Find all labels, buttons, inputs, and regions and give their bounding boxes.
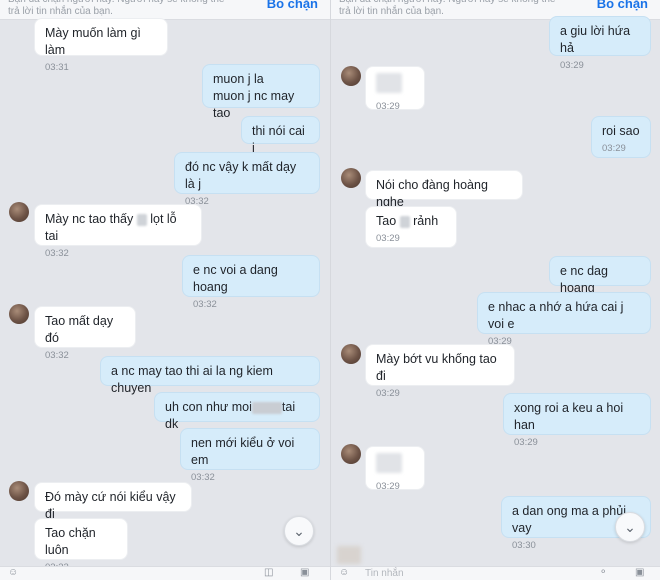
message-received[interactable]: 03:29 <box>365 66 425 112</box>
mic-icon[interactable]: ⚬ <box>599 567 607 578</box>
image-icon[interactable]: ▣ <box>300 567 309 578</box>
message-sent[interactable]: a nc may tao thi ai la ng kiem chuyen <box>100 356 320 395</box>
message-sent[interactable]: e nc dag hoang <box>549 256 651 295</box>
message-sent[interactable]: thi nói cai j <box>241 116 320 155</box>
message-time: 03:29 <box>514 437 538 448</box>
message-time: 03:32 <box>45 248 69 259</box>
message-text: e nhac a nhớ a hứa cai j voi e <box>488 300 624 331</box>
scroll-to-bottom-button[interactable]: ⌄ <box>615 512 645 542</box>
message-sent[interactable]: xong roi a keu a hoi han 03:29 <box>503 393 651 448</box>
contact-avatar[interactable] <box>341 168 361 188</box>
contact-avatar[interactable] <box>9 304 29 324</box>
unblock-button[interactable]: Bỏ chặn <box>597 0 648 11</box>
redacted-blur <box>136 213 147 226</box>
image-icon[interactable]: ▣ <box>635 567 644 578</box>
message-received[interactable]: Tao chặn luôn 03:32 <box>34 518 128 573</box>
chevron-double-down-icon: ⌄ <box>624 519 636 535</box>
message-received[interactable]: 03:29 <box>365 446 425 492</box>
left-chat-panel: Bạn đã chặn người này. Người này sẽ khôn… <box>0 0 330 580</box>
message-text: nen mới kiểu ở voi em <box>191 436 295 467</box>
blurred-thumbnail <box>337 546 361 564</box>
message-time: 03:32 <box>193 299 217 310</box>
message-received[interactable]: Đó mày cứ nói kiểu vậy đi <box>34 482 192 521</box>
message-text: roi sao <box>602 124 640 138</box>
redacted-blur <box>376 453 402 473</box>
message-text: a giu lời hứa hả <box>560 24 631 55</box>
message-text: xong roi a keu a hoi han <box>514 401 624 432</box>
message-received[interactable]: Tao rảnh 03:29 <box>365 206 457 248</box>
message-time: 03:29 <box>602 143 626 154</box>
message-time: 03:29 <box>560 60 584 71</box>
attach-icon[interactable]: ◫ <box>264 567 273 578</box>
message-received[interactable]: Nói cho đàng hoàng nghe <box>365 170 523 209</box>
contact-avatar[interactable] <box>341 444 361 464</box>
message-received[interactable]: Mày muốn làm gì làm 03:31 <box>34 18 168 73</box>
message-time: 03:29 <box>376 233 400 244</box>
message-text: Mày muốn làm gì làm <box>45 26 141 57</box>
contact-avatar[interactable] <box>9 202 29 222</box>
message-sent[interactable]: e nc voi a dang hoang 03:32 <box>182 255 320 310</box>
message-text: Tao mất dạy đó <box>45 314 114 345</box>
contact-avatar[interactable] <box>341 344 361 364</box>
message-text: đó nc vậy k mất dạy là j <box>185 160 297 191</box>
message-received[interactable]: Tao mất dạy đó 03:32 <box>34 306 136 361</box>
right-chat-panel: Bạn đã chặn người này. Người này sẽ khôn… <box>330 0 660 580</box>
scroll-to-bottom-button[interactable]: ⌄ <box>284 516 314 546</box>
blocked-note: Bạn đã chặn người này. Người này sẽ khôn… <box>339 0 555 17</box>
message-text: Tao rảnh <box>376 214 439 228</box>
message-sent[interactable]: nen mới kiểu ở voi em 03:32 <box>180 428 320 483</box>
message-time: 03:32 <box>191 472 215 483</box>
message-sent[interactable]: đó nc vậy k mất dạy là j 03:32 <box>174 152 320 207</box>
redacted-blur <box>376 73 402 93</box>
message-time: 03:29 <box>376 101 400 112</box>
message-input[interactable]: Tin nhắn <box>365 568 404 579</box>
unblock-button[interactable]: Bỏ chặn <box>267 0 318 11</box>
message-text: Mày bớt vu khống tao đi <box>376 352 497 383</box>
message-sent[interactable]: a giu lời hứa hả 03:29 <box>549 16 651 71</box>
message-text <box>376 73 414 98</box>
contact-avatar[interactable] <box>341 66 361 86</box>
message-time: 03:29 <box>376 388 400 399</box>
composer-bar: ☺ ◫ ▣ <box>0 566 330 580</box>
blocked-banner: Bạn đã chặn người này. Người này sẽ khôn… <box>0 0 330 20</box>
redacted-blur <box>399 215 410 228</box>
chevron-double-down-icon: ⌄ <box>293 523 305 539</box>
blocked-note: Bạn đã chặn người này. Người này sẽ khôn… <box>8 0 224 17</box>
message-time: 03:31 <box>45 62 69 73</box>
message-text: Mày nc tao thấy lọt lỗ tai <box>45 212 177 243</box>
message-text: Tao chặn luôn <box>45 526 96 557</box>
message-time: 03:29 <box>376 481 400 492</box>
message-text <box>376 453 414 478</box>
message-received[interactable]: Mày bớt vu khống tao đi 03:29 <box>365 344 515 399</box>
redacted-blur <box>251 401 282 414</box>
emoji-icon[interactable]: ☺ <box>8 567 18 578</box>
message-time: 03:30 <box>512 540 536 551</box>
message-sent[interactable]: uh con như moi tai dk <box>154 392 320 431</box>
contact-avatar[interactable] <box>9 481 29 501</box>
message-received[interactable]: Mày nc tao thấy lọt lỗ tai 03:32 <box>34 204 202 259</box>
message-sent[interactable]: e nhac a nhớ a hứa cai j voi e 03:29 <box>477 292 651 347</box>
composer-bar: ☺ Tin nhắn ⚬ ▣ <box>331 566 660 580</box>
message-sent[interactable]: roi sao 03:29 <box>591 116 651 158</box>
emoji-icon[interactable]: ☺ <box>339 567 349 578</box>
message-text: e nc voi a dang hoang <box>193 263 278 294</box>
message-text: muon j la <box>213 72 264 86</box>
message-sent[interactable]: muon j la muon j nc may tao <box>202 64 320 120</box>
message-time: 03:32 <box>185 196 209 207</box>
